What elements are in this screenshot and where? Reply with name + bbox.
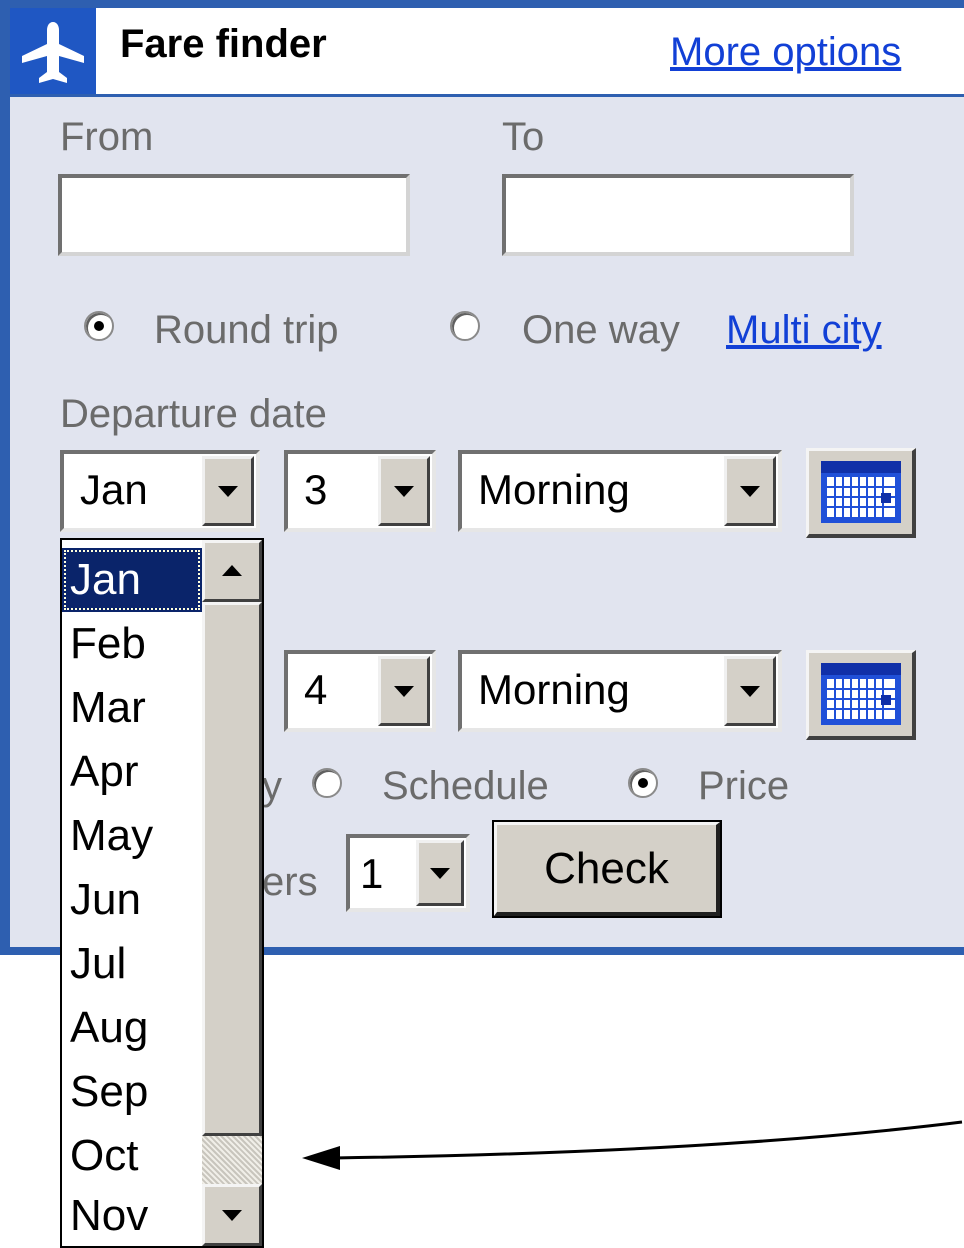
annotation-arrow [302,1120,963,1170]
arrow-line [333,1120,963,1160]
arrow-head-icon [302,1146,340,1170]
